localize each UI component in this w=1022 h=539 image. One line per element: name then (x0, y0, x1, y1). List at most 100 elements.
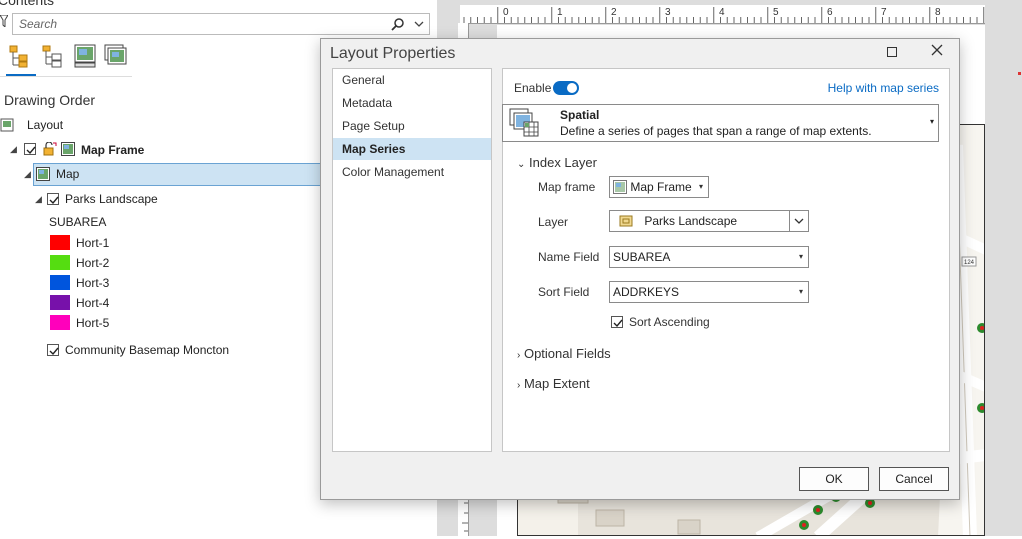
sort-field-chevron-icon: ▾ (798, 287, 803, 296)
search-options-chevron-icon[interactable] (413, 17, 425, 31)
symbology-field-header: SUBAREA (49, 215, 107, 229)
collapse-caret-icon[interactable]: ◢ (24, 169, 31, 180)
map-extent-heading: Map Extent (523, 376, 590, 391)
enable-toggle[interactable] (553, 81, 579, 95)
map-frame-label: Map frame (538, 180, 596, 194)
map-frame-icon (613, 180, 627, 194)
search-box (12, 13, 430, 35)
legend-class-label: Hort-3 (76, 276, 110, 290)
sort-field-label: Sort Field (538, 285, 590, 299)
layout-properties-dialog: Layout Properties General Metadata Page Se… (320, 38, 960, 500)
sort-field-value: ADDRKEYS (613, 285, 680, 299)
drawing-order-heading: Drawing Order (4, 92, 96, 108)
index-layer-heading: Index Layer (529, 155, 597, 170)
lock-icon[interactable] (43, 141, 57, 156)
legend-swatch[interactable] (50, 235, 70, 250)
tree-item-layout[interactable]: Layout (27, 115, 63, 135)
ok-button[interactable]: OK (799, 467, 869, 491)
legend-class-label: Hort-1 (76, 236, 110, 250)
maximize-button[interactable] (887, 47, 897, 57)
sort-ascending-label: Sort Ascending (629, 315, 710, 329)
help-map-series-link[interactable]: Help with map series (828, 81, 939, 95)
ruler-label: 2 (611, 7, 617, 18)
map-frame-icon (61, 142, 75, 156)
collapse-caret-icon[interactable]: ◢ (10, 144, 17, 155)
search-input[interactable] (19, 15, 379, 33)
route-shield-label: 124 (964, 260, 975, 266)
series-type-chevron-icon[interactable]: ▾ (930, 117, 934, 126)
sort-field-combo[interactable]: ADDRKEYS ▾ (609, 281, 809, 303)
list-by-drawing-order-icon[interactable] (8, 44, 32, 68)
name-field-label: Name Field (538, 250, 600, 264)
legend-swatch[interactable] (50, 295, 70, 310)
enable-label: Enable (514, 81, 552, 95)
map-frame-combo[interactable]: Map Frame ▾ (609, 176, 709, 198)
filter-icon[interactable] (0, 14, 9, 29)
map-icon (36, 167, 50, 181)
legend-class-label: Hort-5 (76, 316, 110, 330)
map-extent-expander[interactable]: › Map Extent (517, 376, 590, 391)
ruler-label: 8 (935, 7, 941, 18)
layer-value: Parks Landscape (644, 214, 738, 228)
tree-item-parks-landscape[interactable]: Parks Landscape (65, 189, 158, 209)
sort-ascending-checkbox[interactable] (611, 316, 623, 328)
cancel-button[interactable]: Cancel (879, 467, 949, 491)
map-frame-checkbox[interactable] (24, 143, 36, 155)
map-frame-chevron-icon: ▾ (698, 182, 703, 191)
nav-item-metadata[interactable]: Metadata (333, 92, 491, 114)
tree-item-map-frame[interactable]: Map Frame (81, 140, 144, 160)
red-marker (1018, 72, 1021, 75)
nav-item-map-series[interactable]: Map Series (333, 138, 491, 160)
index-layer-expander[interactable]: ⌄ Index Layer (517, 155, 597, 170)
legend-class-label: Hort-2 (76, 256, 110, 270)
optional-fields-heading: Optional Fields (523, 346, 611, 361)
ruler-label: 3 (665, 7, 671, 18)
tree-item-basemap[interactable]: Community Basemap Moncton (65, 340, 229, 360)
expand-chevron-icon: ⌄ (517, 159, 526, 170)
ruler-label: 4 (719, 7, 725, 18)
expand-chevron-icon: › (517, 350, 521, 361)
map-series-panel: Enable Help with map series Spatial Defi… (502, 68, 950, 452)
dialog-title: Layout Properties (330, 45, 456, 62)
layout-icon (0, 118, 14, 132)
close-button[interactable] (929, 42, 945, 58)
ruler-label: 0 (503, 7, 509, 18)
nav-item-page-setup[interactable]: Page Setup (333, 115, 491, 137)
expand-chevron-icon: › (517, 380, 521, 391)
legend-swatch[interactable] (50, 255, 70, 270)
search-icon[interactable] (391, 17, 405, 31)
list-by-editing-icon[interactable] (104, 44, 128, 68)
basemap-checkbox[interactable] (47, 344, 59, 356)
series-type-description: Define a series of pages that span a ran… (560, 124, 872, 138)
legend-swatch[interactable] (50, 275, 70, 290)
name-field-combo[interactable]: SUBAREA ▾ (609, 246, 809, 268)
toolbar-divider (0, 76, 132, 77)
parks-landscape-checkbox[interactable] (47, 193, 59, 205)
collapse-caret-icon[interactable]: ◢ (35, 194, 42, 205)
nav-item-general[interactable]: General (333, 69, 491, 91)
tree-item-map[interactable]: Map (56, 164, 79, 184)
ruler-label: 5 (773, 7, 779, 18)
chevron-down-icon (794, 218, 804, 224)
legend-class-label: Hort-4 (76, 296, 110, 310)
ruler-label: 1 (557, 7, 563, 18)
series-type-dropdown[interactable]: Spatial Define a series of pages that sp… (502, 104, 939, 142)
ruler-label: 6 (827, 7, 833, 18)
layer-combo[interactable]: Parks Landscape (609, 210, 809, 232)
optional-fields-expander[interactable]: › Optional Fields (517, 346, 611, 361)
series-type-name: Spatial (560, 108, 600, 122)
horizontal-ruler: 0 1 2 3 4 5 6 7 8 (460, 5, 985, 24)
nav-item-color-management[interactable]: Color Management (333, 161, 491, 183)
list-by-selection-icon[interactable] (74, 44, 98, 68)
contents-pane-title: Contents (0, 0, 55, 8)
close-icon (931, 44, 943, 56)
map-frame-value: Map Frame (630, 180, 692, 194)
layer-dropdown-button[interactable] (789, 211, 808, 231)
name-field-value: SUBAREA (613, 250, 671, 264)
spatial-series-icon (509, 108, 539, 138)
list-by-source-icon[interactable] (41, 44, 65, 68)
name-field-chevron-icon: ▾ (798, 252, 803, 261)
layer-label: Layer (538, 215, 569, 229)
properties-nav-list: General Metadata Page Setup Map Series Color… (332, 68, 492, 452)
legend-swatch[interactable] (50, 315, 70, 330)
